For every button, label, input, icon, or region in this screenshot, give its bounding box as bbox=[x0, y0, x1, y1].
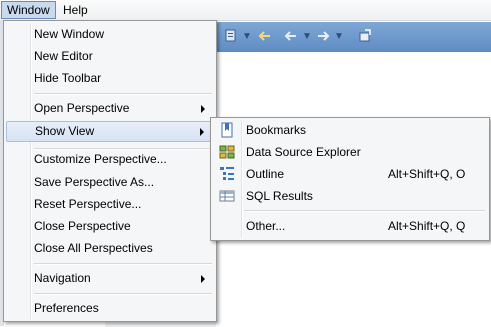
bookmark-icon bbox=[221, 122, 233, 138]
menu-item-customize-perspective[interactable]: Customize Perspective... bbox=[6, 149, 214, 170]
sql-results-icon bbox=[219, 190, 235, 202]
submenu-item-label: SQL Results bbox=[246, 189, 313, 203]
menu-bar: Window Help bbox=[0, 0, 491, 21]
menu-item-label: Navigation bbox=[34, 271, 91, 285]
pin-editor-icon[interactable] bbox=[358, 29, 372, 43]
menu-separator bbox=[34, 263, 212, 265]
submenu-item-label: Bookmarks bbox=[246, 123, 307, 137]
menu-item-navigation[interactable]: Navigation bbox=[6, 268, 214, 289]
previous-edit-icon[interactable] bbox=[258, 29, 272, 43]
menu-item-label: Save Perspective As... bbox=[34, 175, 155, 189]
menu-item-new-editor[interactable]: New Editor bbox=[6, 46, 214, 67]
menu-item-label: New Window bbox=[34, 27, 105, 41]
open-resource-icon[interactable] bbox=[224, 29, 238, 43]
menu-item-label: Close All Perspectives bbox=[34, 241, 153, 255]
menu-item-label: Close Perspective bbox=[34, 219, 131, 233]
back-dropdown-icon[interactable]: ▼ bbox=[302, 31, 312, 42]
menu-item-label: Show View bbox=[35, 124, 95, 138]
main-toolbar: ▼ ▼ ▼ bbox=[216, 22, 491, 52]
submenu-arrow-icon bbox=[200, 128, 204, 136]
forward-dropdown-icon[interactable]: ▼ bbox=[334, 31, 344, 42]
submenu-item-bookmarks[interactable]: Bookmarks bbox=[213, 119, 487, 141]
menu-item-label: Customize Perspective... bbox=[34, 152, 167, 166]
show-view-submenu: Bookmarks Data Source Explorer Outline A… bbox=[210, 117, 490, 241]
outline-icon bbox=[220, 167, 234, 180]
submenu-item-data-source-explorer[interactable]: Data Source Explorer bbox=[213, 141, 487, 163]
submenu-item-label: Data Source Explorer bbox=[246, 145, 361, 159]
submenu-arrow-icon bbox=[201, 105, 205, 113]
submenu-item-label: Other... bbox=[246, 219, 286, 233]
window-menu-dropdown: New Window New Editor Hide Toolbar Open … bbox=[3, 20, 217, 322]
menu-item-label: New Editor bbox=[34, 49, 93, 63]
submenu-item-outline[interactable]: Outline Alt+Shift+Q, O bbox=[213, 163, 487, 185]
submenu-item-label: Outline bbox=[246, 167, 285, 181]
menu-item-close-all-perspectives[interactable]: Close All Perspectives bbox=[6, 238, 214, 259]
menu-item-show-view[interactable]: Show View bbox=[6, 121, 214, 142]
keyboard-shortcut: Alt+Shift+Q, Q bbox=[388, 219, 466, 233]
menu-item-open-perspective[interactable]: Open Perspective bbox=[6, 98, 214, 119]
menu-item-preferences[interactable]: Preferences bbox=[6, 298, 214, 319]
submenu-separator bbox=[244, 210, 485, 212]
menu-separator bbox=[34, 293, 212, 295]
menu-item-save-perspective-as[interactable]: Save Perspective As... bbox=[6, 172, 214, 193]
forward-icon[interactable] bbox=[316, 29, 330, 43]
menu-item-label: Open Perspective bbox=[34, 101, 130, 115]
menu-item-label: Preferences bbox=[34, 301, 99, 315]
submenu-item-sql-results[interactable]: SQL Results bbox=[213, 185, 487, 207]
submenu-item-other[interactable]: Other... Alt+Shift+Q, Q bbox=[213, 215, 487, 237]
menu-item-close-perspective[interactable]: Close Perspective bbox=[6, 216, 214, 237]
menu-item-reset-perspective[interactable]: Reset Perspective... bbox=[6, 194, 214, 215]
dropdown-caret-icon[interactable]: ▼ bbox=[242, 31, 252, 42]
menu-help[interactable]: Help bbox=[58, 2, 93, 18]
submenu-arrow-icon bbox=[201, 275, 205, 283]
menu-separator bbox=[34, 93, 212, 95]
menu-item-hide-toolbar[interactable]: Hide Toolbar bbox=[6, 68, 214, 89]
database-explorer-icon bbox=[219, 145, 235, 159]
menu-item-label: Hide Toolbar bbox=[34, 71, 102, 85]
menu-item-new-window[interactable]: New Window bbox=[6, 24, 214, 45]
keyboard-shortcut: Alt+Shift+Q, O bbox=[388, 167, 466, 181]
menu-item-label: Reset Perspective... bbox=[34, 197, 142, 211]
back-icon[interactable] bbox=[284, 29, 298, 43]
menu-window[interactable]: Window bbox=[1, 1, 56, 19]
